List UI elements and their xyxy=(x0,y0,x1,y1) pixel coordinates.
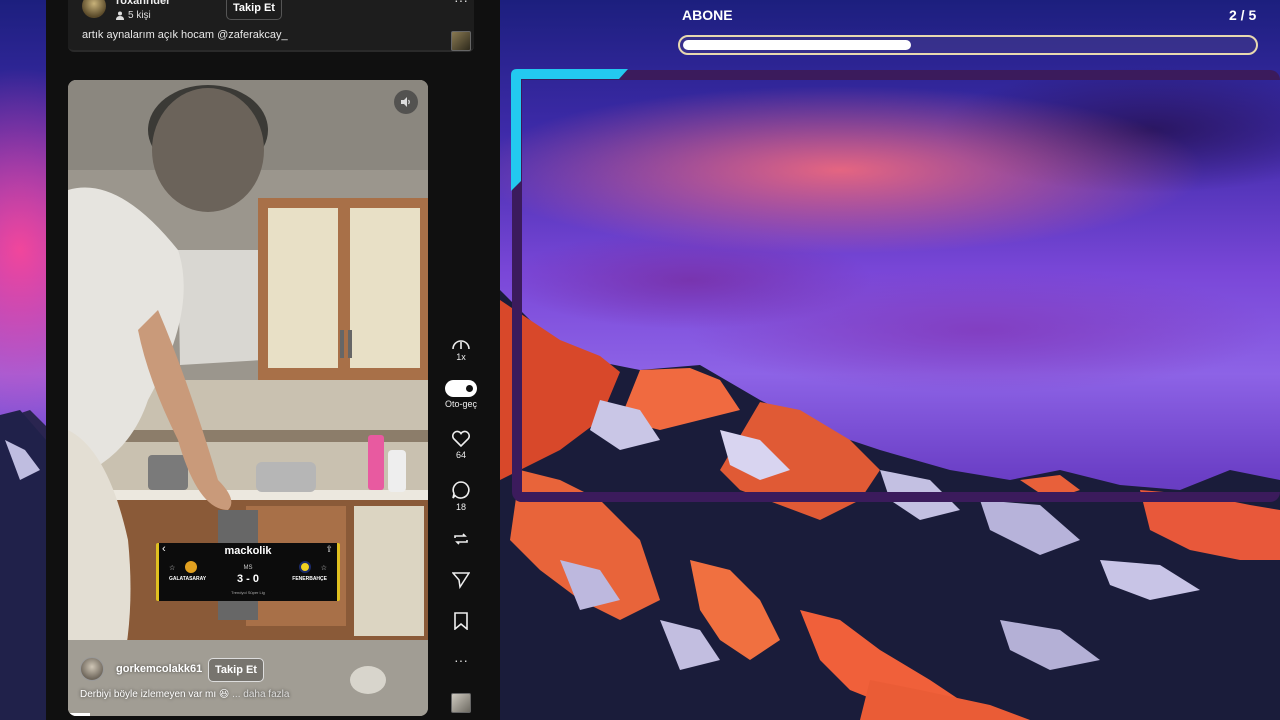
repost-button[interactable] xyxy=(436,530,486,548)
more-options-top[interactable]: ··· xyxy=(436,0,486,8)
heart-icon xyxy=(451,430,471,448)
game-title: ABONE xyxy=(682,7,733,23)
video-feed-panel: roxanrider 5 kişi Takip Et artık aynalar… xyxy=(46,0,500,720)
video-frame xyxy=(68,80,428,716)
speed-button[interactable]: 1x xyxy=(436,336,486,362)
volume-button[interactable] xyxy=(394,90,418,114)
more-options-button[interactable]: ··· xyxy=(436,652,486,668)
comment-count: 18 xyxy=(455,502,466,512)
person-icon xyxy=(116,11,124,20)
send-icon xyxy=(452,572,470,589)
autoplay-label: Oto-geç xyxy=(444,399,477,409)
avatar[interactable] xyxy=(82,0,106,18)
match-status: MS xyxy=(243,565,253,571)
follow-button[interactable]: Takip Et xyxy=(208,658,264,682)
video-author-name[interactable]: gorkemcolakk61 xyxy=(116,663,202,675)
avatar[interactable] xyxy=(80,657,104,681)
autoplay-toggle[interactable]: Oto-geç xyxy=(436,380,486,409)
follow-button[interactable]: Takip Et xyxy=(226,0,282,20)
thumbnail-image xyxy=(451,693,471,713)
more-link[interactable]: ... daha fazla xyxy=(232,689,289,700)
league-name: Trendyol Süper Lig xyxy=(231,590,265,595)
more-icon: ··· xyxy=(454,0,468,8)
action-rail: ··· 1x Oto-geç 64 18 ··· xyxy=(436,0,486,720)
game-progress-bar xyxy=(678,35,1258,55)
follower-count-label: 5 kişi xyxy=(128,10,151,21)
bookmark-button[interactable] xyxy=(436,612,486,630)
thumbnail-image xyxy=(451,31,471,51)
share-icon: ⇪ xyxy=(325,544,333,554)
follower-count: 5 kişi xyxy=(116,10,151,21)
video-progress-bar[interactable] xyxy=(68,713,90,716)
comment-icon xyxy=(452,481,470,499)
like-button[interactable]: 64 xyxy=(436,430,486,460)
bookmark-icon xyxy=(454,612,468,630)
speedometer-icon xyxy=(452,340,470,350)
comment-button[interactable]: 18 xyxy=(436,480,486,512)
repost-icon xyxy=(454,533,468,545)
audio-thumbnail[interactable] xyxy=(436,693,486,713)
overlay-title: mackolik xyxy=(224,545,272,557)
frame-accent-corner xyxy=(511,69,628,191)
score-overlay: ‹ mackolik ⇪ ☆ ☆ MS 3 - 0 GALATASARAY FE… xyxy=(156,543,340,601)
post-username[interactable]: roxanrider xyxy=(116,0,170,7)
game-progress-fill xyxy=(683,40,911,50)
video-caption: Derbiyi böyle izlemeyen var mı 😆 ... dah… xyxy=(80,689,289,700)
more-icon: ··· xyxy=(454,652,468,668)
toggle-switch[interactable] xyxy=(445,380,477,397)
speed-label: 1x xyxy=(456,352,466,362)
round-counter: 2 / 5 xyxy=(1229,7,1257,23)
away-team: FENERBAHÇE xyxy=(292,576,327,582)
like-count: 64 xyxy=(455,450,466,460)
video-player[interactable]: ‹ mackolik ⇪ ☆ ☆ MS 3 - 0 GALATASARAY FE… xyxy=(68,80,428,716)
home-team: GALATASARAY xyxy=(169,576,207,582)
previous-post-card: roxanrider 5 kişi Takip Et artık aynalar… xyxy=(68,0,474,52)
post-caption: artık aynalarım açık hocam @zaferakcay_ xyxy=(82,29,288,41)
caption-text: Derbiyi böyle izlemeyen var mı 😆 xyxy=(80,689,230,700)
speaker-icon xyxy=(401,97,410,107)
previous-thumbnail[interactable] xyxy=(436,31,486,51)
share-button[interactable] xyxy=(436,571,486,589)
